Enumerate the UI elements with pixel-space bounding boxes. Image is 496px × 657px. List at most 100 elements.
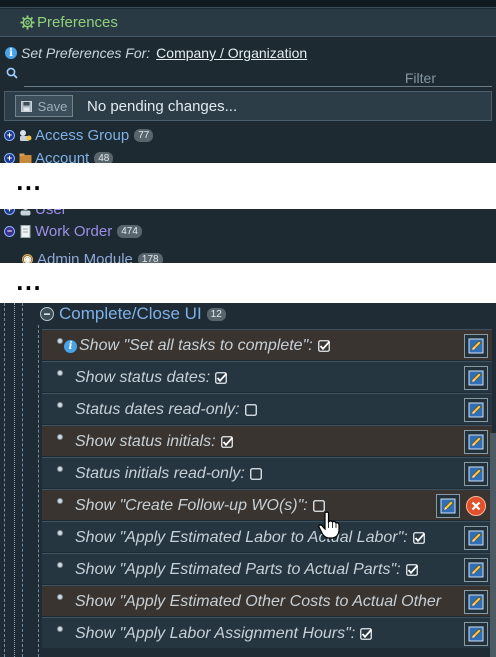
edit-button[interactable] bbox=[464, 334, 488, 358]
pencil-icon bbox=[440, 498, 456, 514]
checkbox-unchecked[interactable] bbox=[249, 468, 262, 480]
module-icon[interactable]: ◉ bbox=[22, 253, 33, 263]
filter-row: Filter bbox=[4, 66, 492, 88]
edit-button[interactable] bbox=[464, 526, 488, 550]
tree-node-label: Access Group bbox=[35, 126, 130, 144]
preferences-panel-bottom: − Complete/Close UI 12 i Show "Set all ta… bbox=[0, 303, 496, 657]
tree-node-work-order[interactable]: − Work Order 474 bbox=[4, 220, 142, 242]
expand-icon[interactable]: + bbox=[4, 209, 15, 215]
pending-changes-status: No pending changes... bbox=[87, 97, 238, 115]
info-icon[interactable]: i bbox=[64, 339, 77, 353]
checkbox-checked[interactable] bbox=[405, 564, 418, 576]
filter-input[interactable]: Filter bbox=[405, 70, 436, 86]
setting-row: Status initials read-only: bbox=[42, 457, 492, 488]
checkbox-checked[interactable] bbox=[317, 340, 330, 352]
setting-text: Show "Apply Estimated Parts to Actual Pa… bbox=[75, 561, 418, 579]
setting-label: Show "Apply Estimated Parts to Actual Pa… bbox=[75, 561, 401, 578]
setting-bullet bbox=[57, 434, 63, 440]
edit-button[interactable] bbox=[464, 558, 488, 582]
expand-icon[interactable]: + bbox=[4, 129, 15, 141]
expand-icon[interactable]: + bbox=[4, 152, 15, 164]
save-button[interactable]: Save bbox=[15, 95, 73, 117]
setting-label: Status dates read-only: bbox=[75, 401, 240, 418]
edit-button[interactable] bbox=[464, 462, 488, 486]
filter-input-underline bbox=[24, 86, 492, 87]
pencil-icon bbox=[468, 626, 484, 642]
setting-text: Show "Apply Estimated Other Costs to Act… bbox=[75, 593, 441, 611]
setting-label: Status initials read-only: bbox=[75, 465, 245, 482]
panel-title: Preferences bbox=[37, 14, 118, 31]
omitted-content-separator: ... bbox=[0, 163, 496, 209]
edit-button[interactable] bbox=[464, 590, 488, 614]
group-label: Complete/Close UI bbox=[59, 304, 202, 323]
count-badge: 12 bbox=[206, 307, 226, 321]
setting-bullet bbox=[57, 562, 63, 568]
setting-bullet bbox=[57, 370, 63, 376]
edit-button[interactable] bbox=[464, 622, 488, 646]
checkbox-checked[interactable] bbox=[360, 628, 373, 640]
tree-node-admin-module[interactable]: ◉ Admin Module 178 bbox=[22, 248, 163, 263]
setting-row: i Show "Set all tasks to complete": bbox=[42, 329, 492, 360]
floppy-disk-icon bbox=[20, 100, 32, 112]
collapse-icon[interactable]: − bbox=[40, 307, 54, 321]
setting-text: Status dates read-only: bbox=[75, 401, 257, 419]
tree-guide-line bbox=[22, 303, 23, 657]
setting-row: Status dates read-only: bbox=[42, 393, 492, 424]
setting-bullet bbox=[57, 498, 63, 504]
count-badge: 474 bbox=[117, 224, 142, 238]
tree-guide-line bbox=[14, 303, 15, 657]
setting-label: Show "Apply Estimated Labor to Actual La… bbox=[75, 529, 408, 546]
hand-cursor-icon bbox=[318, 511, 340, 539]
group-complete-close-ui[interactable]: − Complete/Close UI 12 bbox=[40, 303, 226, 325]
user-icon bbox=[20, 209, 31, 215]
checkbox-unchecked[interactable] bbox=[244, 404, 257, 416]
setting-label: Show status dates: bbox=[75, 369, 211, 386]
set-preferences-for-row: i Set Preferences For: Company / Organiz… bbox=[5, 44, 307, 62]
checkbox-checked[interactable] bbox=[220, 436, 233, 448]
edit-button[interactable] bbox=[464, 398, 488, 422]
scrollbar[interactable] bbox=[490, 433, 496, 657]
save-button-label: Save bbox=[37, 98, 68, 114]
ellipsis-text: ... bbox=[16, 171, 42, 195]
pencil-icon bbox=[468, 530, 484, 546]
info-icon[interactable]: i bbox=[5, 47, 17, 59]
panel-title-bar: Preferences bbox=[0, 9, 496, 37]
setting-bullet bbox=[57, 530, 63, 536]
tree-node-label: Work Order bbox=[35, 222, 113, 240]
checkbox-checked[interactable] bbox=[412, 532, 425, 544]
tree-node-label: Admin Module bbox=[37, 250, 133, 264]
omitted-content-separator: ... bbox=[0, 263, 496, 303]
tree-node-user[interactable]: + User bbox=[4, 209, 67, 220]
pencil-icon bbox=[468, 402, 484, 418]
preferences-panel-middle: + User − Work Order 474 ◉ Admin Module 1… bbox=[0, 209, 496, 263]
setting-text: Show "Apply Estimated Labor to Actual La… bbox=[75, 529, 425, 547]
collapse-icon[interactable]: − bbox=[4, 225, 15, 237]
window-top-border bbox=[0, 0, 496, 8]
delete-button[interactable] bbox=[466, 496, 486, 516]
key-group-icon bbox=[20, 129, 32, 141]
tree-guide-line bbox=[4, 303, 5, 657]
setting-row: Show "Apply Labor Assignment Hours": bbox=[42, 617, 492, 648]
count-badge: 77 bbox=[134, 128, 154, 142]
count-badge: 178 bbox=[137, 252, 163, 263]
set-preferences-for-label: Set Preferences For: bbox=[21, 45, 151, 61]
setting-row: Show "Apply Estimated Parts to Actual Pa… bbox=[42, 553, 492, 584]
pencil-icon bbox=[468, 594, 484, 610]
edit-button[interactable] bbox=[436, 494, 460, 518]
setting-row: Show "Apply Estimated Labor to Actual La… bbox=[42, 521, 492, 552]
setting-text: Show status dates: bbox=[75, 369, 228, 387]
pencil-icon bbox=[468, 370, 484, 386]
edit-button[interactable] bbox=[464, 430, 488, 454]
setting-text: Show "Apply Labor Assignment Hours": bbox=[75, 625, 373, 643]
setting-label: Show "Apply Labor Assignment Hours": bbox=[75, 625, 356, 642]
edit-button[interactable] bbox=[464, 366, 488, 390]
tree-node-access-group[interactable]: + Access Group 77 bbox=[4, 124, 154, 146]
setting-row: Show "Apply Estimated Other Costs to Act… bbox=[42, 585, 492, 616]
setting-row: Show status dates: bbox=[42, 361, 492, 392]
tree-guide-line bbox=[38, 325, 39, 657]
tree-node-label: User bbox=[35, 209, 67, 218]
checkbox-checked[interactable] bbox=[215, 372, 228, 384]
set-preferences-for-link[interactable]: Company / Organization bbox=[156, 45, 307, 61]
setting-bullet bbox=[57, 402, 63, 408]
pencil-icon bbox=[468, 466, 484, 482]
